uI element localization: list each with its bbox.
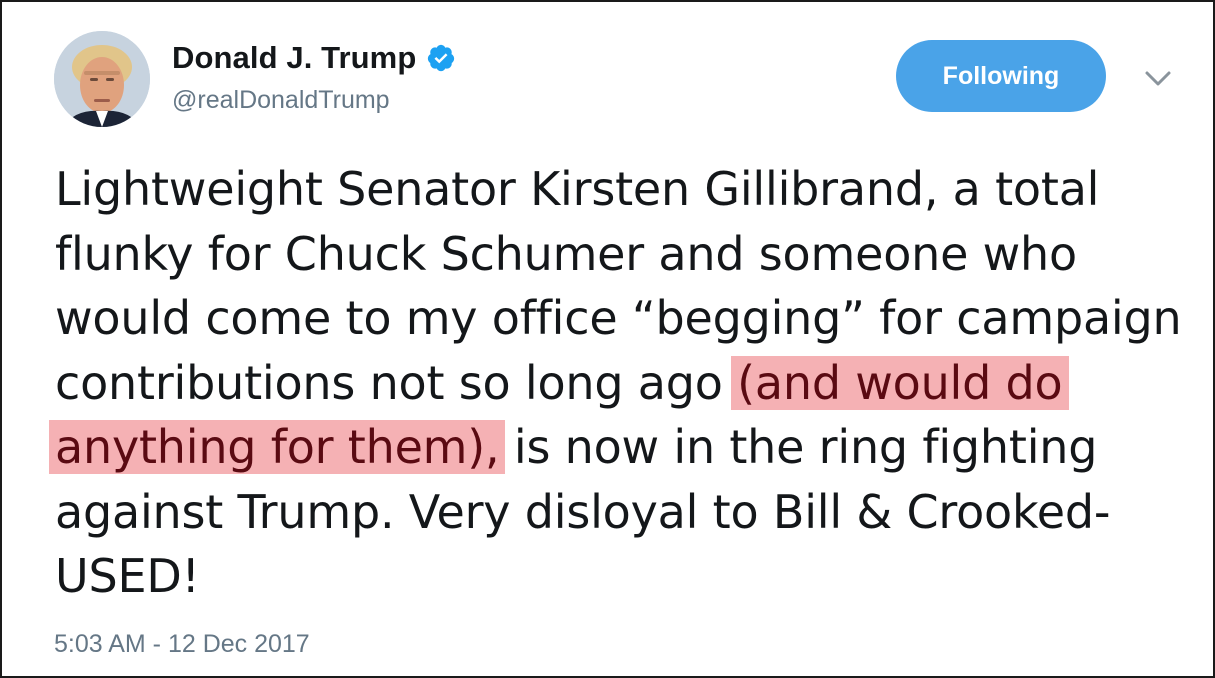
tweet-text: Lightweight Senator Kirsten Gillibrand, …	[49, 157, 1195, 609]
display-name[interactable]: Donald J. Trump	[172, 40, 416, 76]
verified-badge-icon	[426, 43, 456, 73]
avatar-image	[54, 31, 150, 127]
chevron-down-icon[interactable]	[1142, 64, 1174, 92]
avatar[interactable]	[54, 31, 150, 127]
user-name-row: Donald J. Trump	[172, 40, 456, 76]
user-handle[interactable]: @realDonaldTrump	[172, 86, 390, 115]
following-button[interactable]: Following	[896, 40, 1106, 112]
tweet-card: Donald J. Trump @realDonaldTrump Followi…	[0, 0, 1215, 678]
tweet-timestamp[interactable]: 5:03 AM - 12 Dec 2017	[54, 630, 310, 659]
